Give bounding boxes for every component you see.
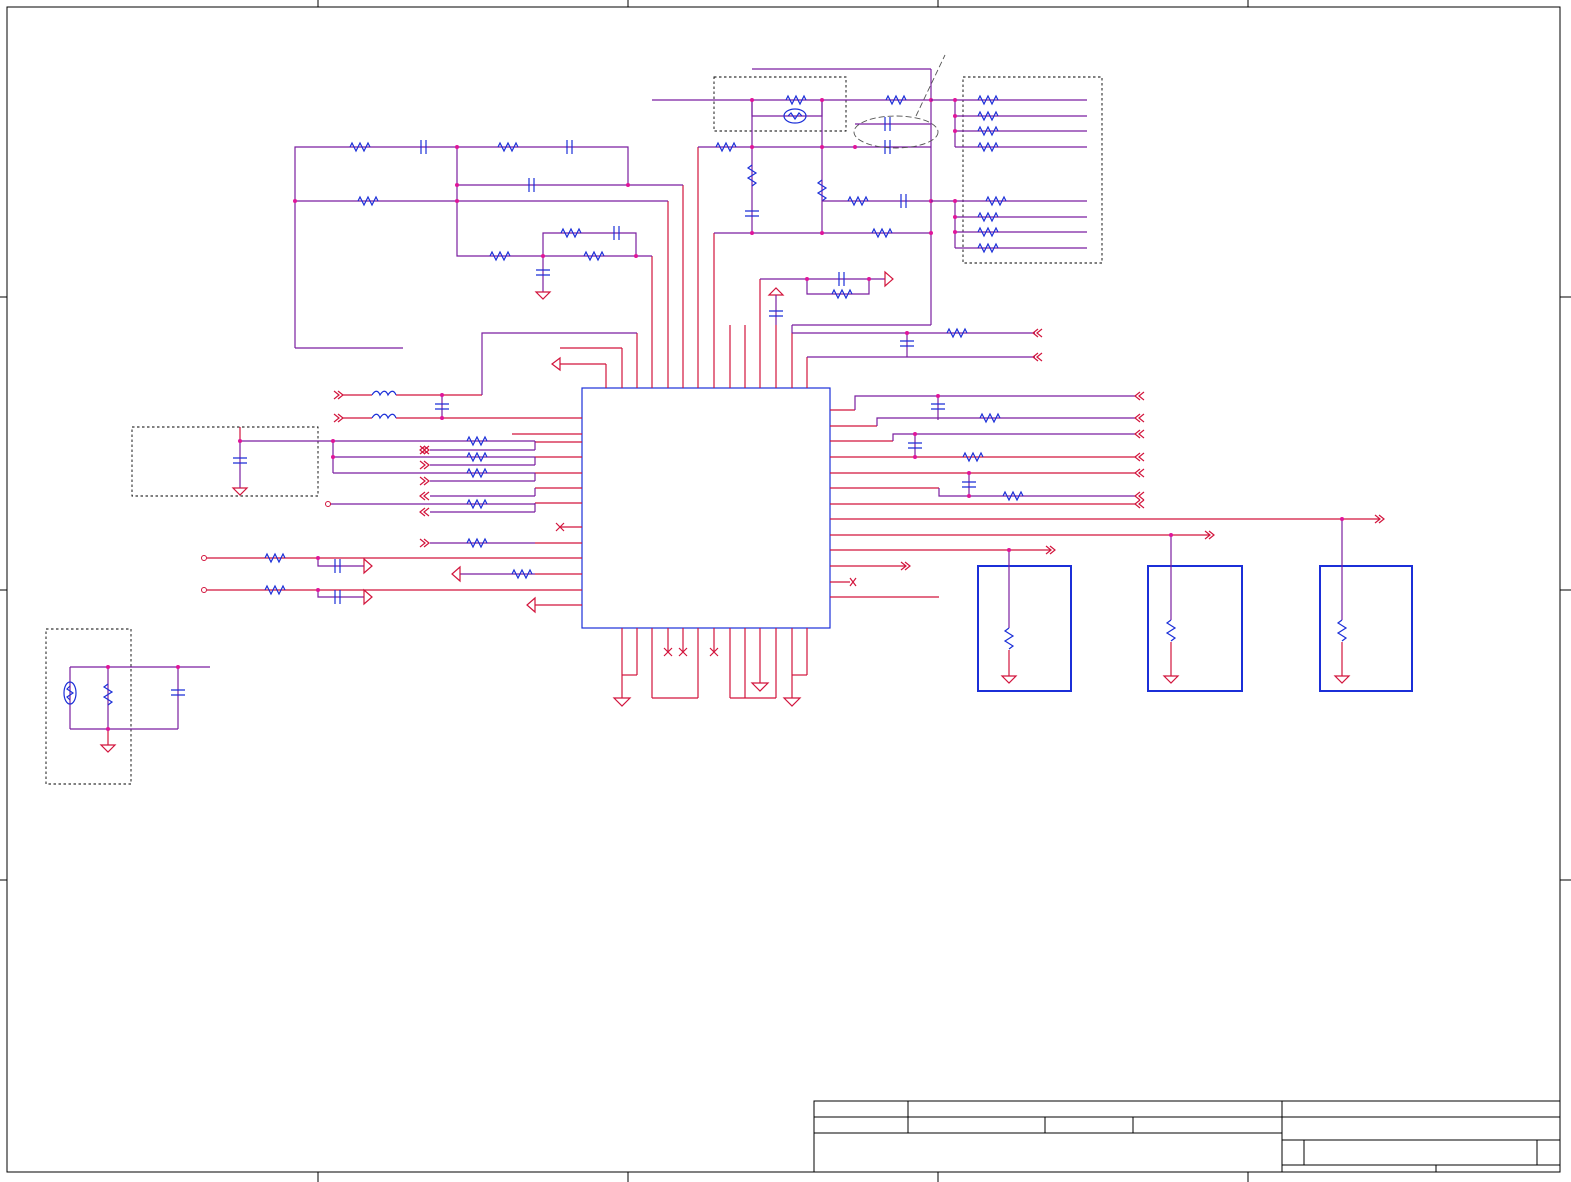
right-components (908, 394, 1024, 502)
ic-bottom-pins (612, 628, 808, 707)
upper-left-network (293, 140, 683, 349)
title-block (813, 1100, 1561, 1173)
ic-right-pins (830, 395, 1380, 598)
ic-left-pins (330, 433, 582, 606)
main-ic[interactable] (581, 387, 831, 629)
left-inputs (333, 332, 637, 423)
ic-top-pins (621, 147, 808, 388)
right-ports (900, 391, 1385, 571)
left-resistor-bank (325, 435, 536, 549)
mid-top-network (760, 270, 1043, 362)
schematic-sheet (0, 0, 1571, 1182)
sub-circuit-boxes (977, 517, 1413, 692)
oscillator-region (652, 54, 946, 333)
crystal-block (45, 628, 210, 785)
sheet-border (0, 0, 1571, 1182)
lower-left-inputs (201, 552, 536, 614)
upper-right-resistor-block (931, 76, 1103, 264)
left-dotted-block (131, 426, 535, 497)
